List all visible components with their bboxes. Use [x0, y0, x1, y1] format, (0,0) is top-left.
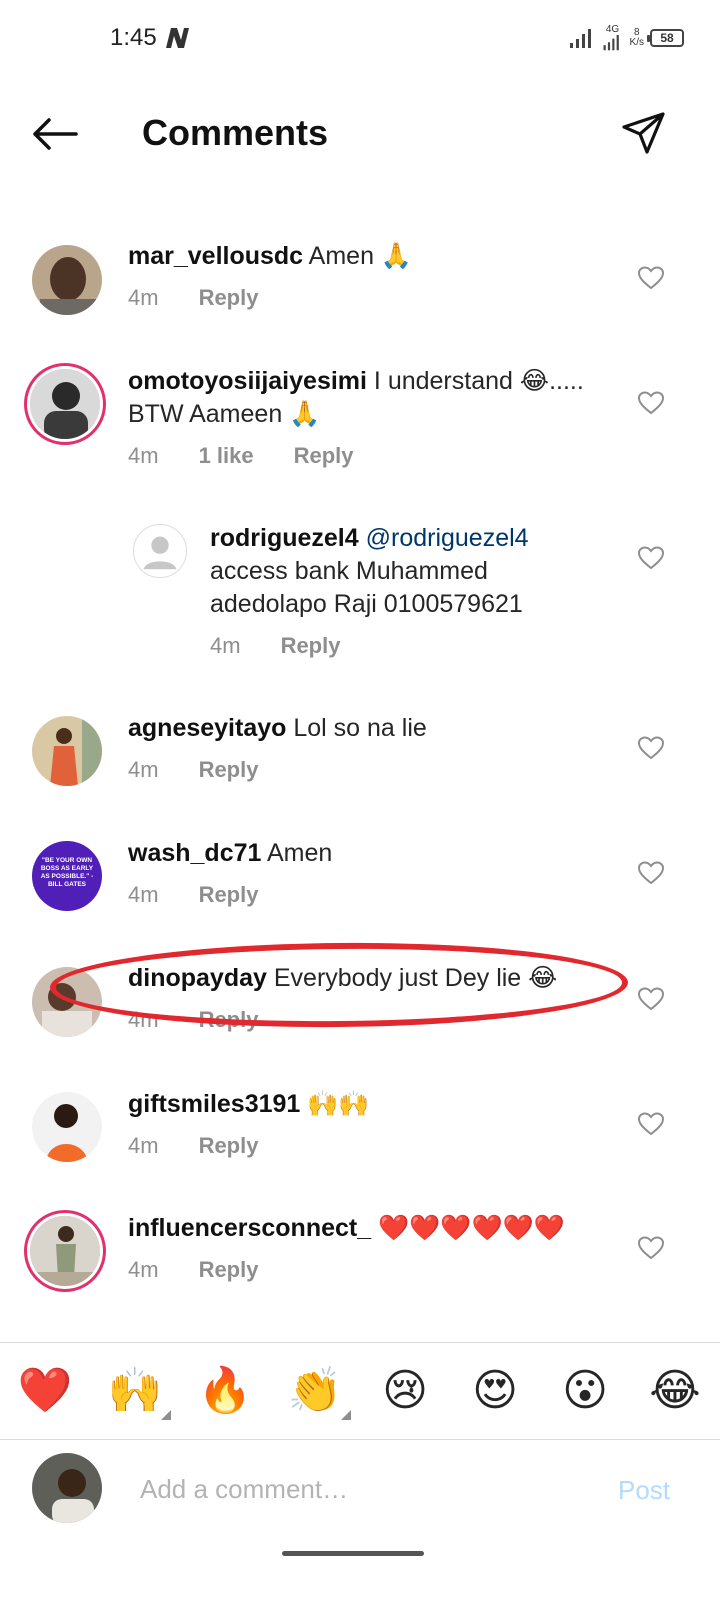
comment-body: omotoyosiijaiyesimi I understand 😂..... …	[128, 365, 620, 472]
comment-time: 4m	[128, 1007, 159, 1032]
emoji-heart-eyes-button[interactable]: 😍	[463, 1366, 527, 1416]
avatar-quote-text: "BE YOUR OWN BOSS AS EARLY AS POSSIBLE."…	[40, 857, 94, 888]
post-button[interactable]: Post	[618, 1475, 670, 1506]
heart-icon[interactable]	[638, 736, 664, 760]
comment-username[interactable]: influencersconnect_	[128, 1214, 371, 1242]
heart-icon[interactable]	[638, 861, 664, 885]
comment-username[interactable]: mar_vellousdc	[128, 242, 303, 270]
reply-button[interactable]: Reply	[199, 878, 259, 911]
mention-link[interactable]: @rodriguezel4	[366, 524, 529, 552]
comment-body: dinopayday Everybody just Dey lie 😂 4m Re…	[128, 962, 610, 1036]
avatar[interactable]	[32, 716, 102, 786]
reply-button[interactable]: Reply	[294, 439, 354, 472]
avatar[interactable]	[32, 245, 102, 315]
comment-username[interactable]: wash_dc71	[128, 839, 261, 867]
signal-icon	[569, 29, 591, 48]
avatar[interactable]	[32, 1453, 102, 1523]
emoji-heart-button[interactable]: ❤️	[13, 1366, 77, 1416]
avatar[interactable]	[32, 1092, 102, 1162]
comment-text: ❤️❤️❤️❤️❤️❤️	[378, 1214, 565, 1242]
heart-icon[interactable]	[638, 391, 664, 415]
comment-body: mar_vellousdc Amen 🙏 4m Reply	[128, 240, 610, 314]
emoji-wow-button[interactable]: 😮	[553, 1366, 617, 1416]
status-bar: 1:45 4G 8 K/s 58	[0, 0, 720, 80]
emoji-raising-hands-button[interactable]: 🙌	[103, 1366, 171, 1420]
status-icons: 4G 8 K/s 58	[569, 22, 684, 54]
comment-username[interactable]: rodriguezel4	[210, 524, 359, 552]
comment-username[interactable]: agneseyitayo	[128, 714, 286, 742]
notification-n-icon	[166, 28, 189, 48]
comment-time: 4m	[128, 757, 159, 782]
avatar[interactable]	[133, 524, 187, 578]
battery-icon: 58	[647, 29, 684, 47]
comment-text: Lol so na lie	[293, 714, 427, 742]
comment-time: 4m	[128, 1257, 159, 1282]
emoji-bar: ❤️ 🙌 🔥 👏 😢 😍 😮 😂	[0, 1342, 720, 1440]
comment-username[interactable]: giftsmiles3191	[128, 1090, 300, 1118]
comment-time: 4m	[128, 285, 159, 310]
heart-icon[interactable]	[638, 1236, 664, 1260]
heart-icon[interactable]	[638, 1112, 664, 1136]
reply-button[interactable]: Reply	[199, 1003, 259, 1036]
signal-icon	[603, 35, 619, 51]
comment-text: Everybody just Dey lie 😂	[273, 964, 558, 992]
comment-body: influencersconnect_ ❤️❤️❤️❤️❤️❤️ 4m Reply	[128, 1212, 620, 1286]
avatar[interactable]	[30, 369, 100, 439]
comment-time: 4m	[128, 443, 159, 468]
comment-text: access bank Muhammed adedolapo Raji 0100…	[210, 557, 523, 618]
comment-time: 4m	[128, 1133, 159, 1158]
emoji-laughing-button[interactable]: 😂	[643, 1366, 707, 1416]
reply-button[interactable]: Reply	[199, 1253, 259, 1286]
network-type: 4G	[605, 24, 620, 35]
comment-body: wash_dc71 Amen 4m Reply	[128, 837, 610, 911]
heart-icon[interactable]	[638, 546, 664, 570]
arrow-left-icon[interactable]	[30, 116, 78, 152]
header: Comments	[0, 90, 720, 180]
comment-text: Amen 🙏	[308, 242, 413, 270]
comment-body: rodriguezel4 @rodriguezel4 access bank M…	[210, 522, 590, 662]
comment-time: 4m	[210, 633, 241, 658]
likes-count[interactable]: 1 like	[199, 439, 254, 472]
comment-text: Amen	[267, 839, 333, 867]
avatar[interactable]: "BE YOUR OWN BOSS AS EARLY AS POSSIBLE."…	[32, 841, 102, 911]
network-speed: 8 K/s	[630, 28, 644, 48]
reply-button[interactable]: Reply	[281, 629, 341, 662]
heart-icon[interactable]	[638, 266, 664, 290]
avatar[interactable]	[32, 967, 102, 1037]
avatar[interactable]	[30, 1216, 100, 1286]
reply-button[interactable]: Reply	[199, 753, 259, 786]
heart-icon[interactable]	[638, 987, 664, 1011]
network-indicator: 4G	[602, 25, 624, 51]
speed-unit: K/s	[629, 37, 644, 48]
paper-plane-icon[interactable]	[620, 110, 666, 156]
comment-text: 🙌🙌	[307, 1090, 370, 1118]
emoji-fire-button[interactable]: 🔥	[193, 1366, 257, 1416]
home-indicator	[282, 1551, 424, 1556]
status-time: 1:45	[110, 24, 157, 51]
emoji-crying-button[interactable]: 😢	[373, 1366, 437, 1416]
comment-username[interactable]: dinopayday	[128, 964, 267, 992]
reply-button[interactable]: Reply	[199, 281, 259, 314]
comment-username[interactable]: omotoyosiijaiyesimi	[128, 367, 367, 395]
page-title: Comments	[142, 112, 329, 153]
comment-input[interactable]	[140, 1465, 580, 1513]
comment-composer: Post	[0, 1441, 720, 1541]
emoji-clap-button[interactable]: 👏	[283, 1366, 351, 1420]
reply-button[interactable]: Reply	[199, 1129, 259, 1162]
comment-body: giftsmiles3191 🙌🙌 4m Reply	[128, 1088, 610, 1162]
comment-body: agneseyitayo Lol so na lie 4m Reply	[128, 712, 610, 786]
comment-time: 4m	[128, 882, 159, 907]
